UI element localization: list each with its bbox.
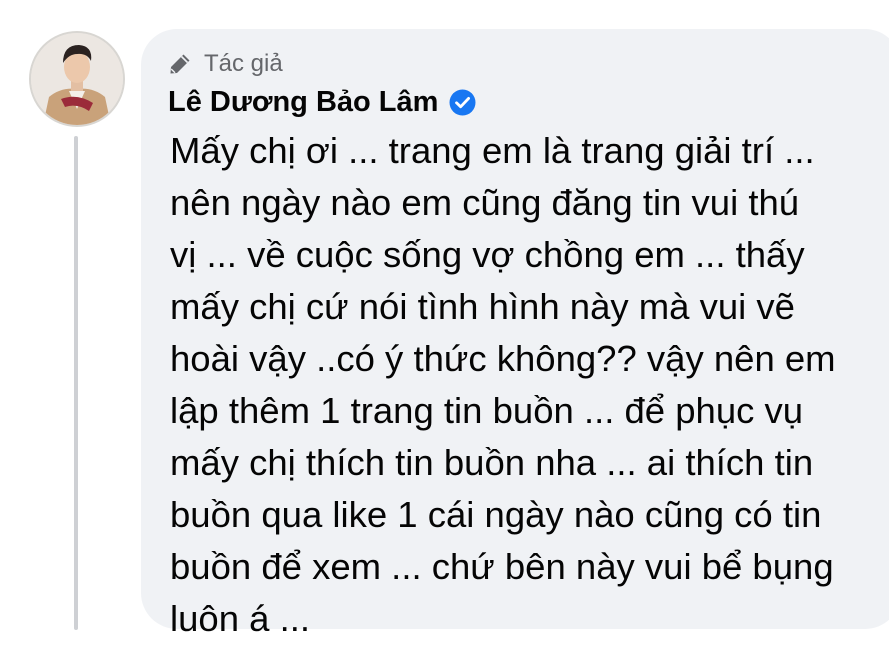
verified-badge-icon <box>449 89 476 116</box>
author-avatar[interactable] <box>29 31 125 127</box>
author-name-link[interactable]: Lê Dương Bảo Lâm <box>168 86 438 119</box>
comment-line: mấy chị cứ nói tình hình này mà vui vẽ <box>170 286 795 327</box>
comment-line: hoài vậy ..có ý thức không?? vậy nên em <box>170 338 836 379</box>
comment-line: vị ... về cuộc sống vợ chồng em ... thấy <box>170 234 805 275</box>
author-role-badge: Tác giả <box>168 48 283 80</box>
comment-line: buồn để xem ... chứ bên này vui bể bụng <box>170 546 834 587</box>
comment-line: buồn qua like 1 cái ngày nào cũng có tin <box>170 494 822 535</box>
reply-thread-line <box>74 136 78 630</box>
author-role-label: Tác giả <box>204 50 283 77</box>
avatar-photo <box>31 33 123 125</box>
comment-line: luôn á ... <box>170 598 311 639</box>
author-name-row: Lê Dương Bảo Lâm <box>168 83 476 121</box>
comment-body: Mấy chị ơi ... trang em là trang giải tr… <box>170 125 870 645</box>
comment-line: mấy chị thích tin buồn nha ... ai thích … <box>170 442 814 483</box>
comment-line: Mấy chị ơi ... trang em là trang giải tr… <box>170 130 815 171</box>
comment-line: nên ngày nào em cũng đăng tin vui thú <box>170 182 800 223</box>
comment-line: lập thêm 1 trang tin buồn ... để phục vụ <box>170 390 804 431</box>
pencil-icon <box>168 52 192 76</box>
